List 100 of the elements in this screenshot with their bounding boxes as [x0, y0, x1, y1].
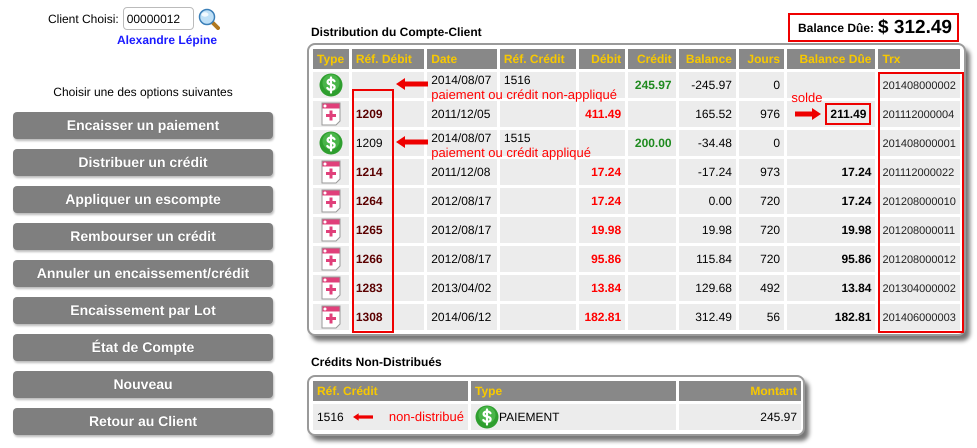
option-button[interactable]: État de Compte — [13, 334, 273, 361]
client-label: Client Choisi: — [48, 10, 119, 28]
column-header[interactable]: Réf. Crédit — [313, 381, 468, 401]
table-cell: 13.84 — [591, 281, 622, 295]
section-title: Crédits Non-Distribués — [311, 354, 442, 371]
table-cell: 1209 — [356, 136, 383, 150]
table-cell: 2014/08/07 — [431, 131, 492, 145]
table-cell: 2013/04/02 — [431, 281, 492, 295]
column-header[interactable]: Montant — [679, 381, 801, 401]
table-cell: 245.97 — [760, 410, 797, 424]
option-button[interactable]: Nouveau — [13, 371, 273, 398]
table-cell: 201304000002 — [882, 282, 956, 295]
table-cell: 201408000001 — [882, 138, 956, 150]
dollar-icon — [475, 405, 499, 429]
table-cell: 17.24 — [841, 194, 872, 208]
table-cell: 2012/08/17 — [431, 194, 492, 208]
arrow-icon — [396, 78, 428, 90]
table-cell: 492 — [760, 281, 780, 295]
column-header[interactable]: Type — [471, 381, 676, 401]
table-cell: 1308 — [356, 310, 383, 324]
balance-amount: $ 312.49 — [878, 16, 952, 40]
column-header[interactable]: Jours — [738, 49, 784, 69]
document-plus-icon — [320, 247, 341, 271]
column-header[interactable]: Trx — [878, 49, 960, 69]
table-cell: 1264 — [356, 194, 383, 208]
table-cell: 19.98 — [591, 223, 622, 237]
annotation-text: non-distribué — [388, 408, 464, 426]
table-cell: 973 — [760, 165, 780, 179]
client-field[interactable]: 00000012 — [122, 7, 194, 30]
table-cell: 1209 — [356, 107, 383, 121]
table-cell: 17.24 — [591, 165, 622, 179]
arrow-icon — [795, 108, 822, 120]
table-cell: 1214 — [356, 165, 383, 179]
dollar-icon — [318, 73, 343, 97]
table-cell: 2012/08/17 — [431, 223, 492, 237]
table-cell: 720 — [760, 223, 780, 237]
arrow-icon — [352, 411, 373, 423]
option-button[interactable]: Encaisser un paiement — [13, 112, 273, 139]
table-cell: 165.52 — [695, 107, 732, 121]
table-cell: 2014/08/07 — [431, 73, 492, 87]
annotation-text: solde — [791, 89, 822, 107]
table-cell: 19.98 — [841, 223, 872, 237]
table-cell: 312.49 — [695, 310, 732, 324]
table-cell: 115.84 — [696, 252, 732, 266]
table-cell: 201208000011 — [882, 224, 956, 237]
table-cell: 1266 — [356, 252, 383, 266]
table-cell: 201208000010 — [882, 196, 956, 208]
annotation-text: paiement ou crédit appliqué — [431, 144, 591, 162]
options-prompt: Choisir une des options suivantes — [52, 84, 234, 101]
table-cell: -17.24 — [698, 165, 732, 179]
document-plus-icon — [320, 305, 341, 329]
search-icon[interactable] — [198, 8, 220, 30]
table-cell: 411.49 — [585, 107, 622, 121]
table-cell: 201406000003 — [882, 312, 956, 324]
column-header[interactable]: Réf. Crédit — [500, 49, 576, 69]
table-cell: 17.24 — [841, 165, 872, 179]
table-cell: 201112000004 — [882, 108, 954, 121]
client-name[interactable]: Alexandre Lépine — [117, 31, 218, 49]
table-cell: 201112000022 — [882, 166, 954, 179]
table-cell: -34.48 — [698, 136, 732, 150]
section-title: Distribution du Compte-Client — [311, 24, 482, 41]
table-cell: 720 — [760, 252, 780, 266]
document-plus-icon — [320, 160, 341, 184]
column-header[interactable]: Type — [313, 49, 349, 69]
column-header[interactable]: Réf. Débit — [352, 49, 424, 69]
document-plus-icon — [320, 189, 341, 213]
dollar-icon — [318, 131, 343, 155]
table-cell: 95.86 — [841, 252, 872, 266]
column-header[interactable]: Balance — [678, 49, 736, 69]
table-cell: 17.24 — [591, 194, 622, 208]
table-cell: 1283 — [356, 281, 383, 295]
table-cell: 720 — [760, 194, 780, 208]
table-cell: 0 — [773, 136, 780, 150]
table-cell: -245.97 — [691, 78, 732, 92]
table-cell: 2011/12/08 — [431, 165, 490, 179]
option-button[interactable]: Annuler un encaissement/crédit — [13, 260, 273, 287]
table-cell: 2011/12/05 — [431, 107, 490, 121]
table-cell: 976 — [760, 107, 780, 121]
table-cell: 182.81 — [584, 310, 622, 324]
column-header[interactable]: Balance Dûe — [787, 49, 876, 69]
option-button[interactable]: Appliquer un escompte — [13, 186, 273, 213]
column-header[interactable]: Crédit — [628, 49, 676, 69]
table-cell: 0 — [773, 78, 780, 92]
table-cell-text: 1516 — [504, 72, 531, 89]
option-button[interactable]: Distribuer un crédit — [13, 149, 273, 176]
table-cell: 182.81 — [834, 310, 872, 324]
table-cell-text: 1516 — [317, 409, 344, 426]
table-cell: 211.49 — [825, 103, 872, 125]
document-plus-icon — [320, 276, 341, 300]
table-cell: 200.00 — [634, 136, 672, 150]
option-button[interactable]: Rembourser un crédit — [13, 223, 273, 250]
document-plus-icon — [320, 102, 341, 126]
table-cell: 245.97 — [634, 78, 672, 92]
option-button[interactable]: Encaissement par Lot — [13, 297, 273, 324]
table-cell: 1265 — [356, 223, 383, 237]
table-cell: 13.84 — [841, 281, 872, 295]
column-header[interactable]: Date — [427, 49, 497, 69]
annotation-text: paiement ou crédit non-appliqué — [431, 86, 617, 104]
option-button[interactable]: Retour au Client — [13, 408, 273, 435]
column-header[interactable]: Débit — [579, 49, 626, 69]
